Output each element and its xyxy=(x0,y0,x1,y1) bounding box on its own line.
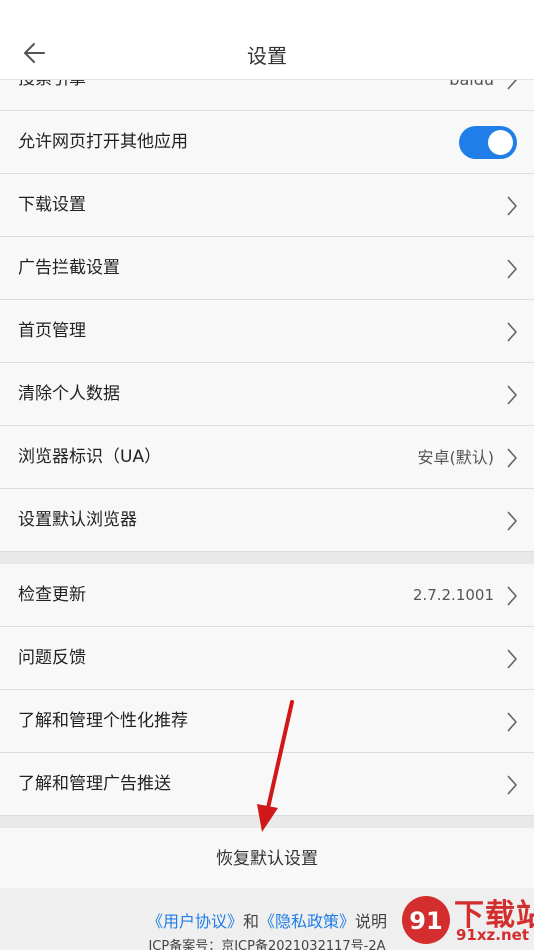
chevron-right-icon xyxy=(507,586,518,606)
watermark: 91 下载站 91xz.net xyxy=(400,890,534,948)
chevron-right-icon xyxy=(507,385,518,405)
page-title: 设置 xyxy=(247,44,287,68)
chevron-right-icon xyxy=(507,775,518,795)
and-text: 和 xyxy=(242,912,259,931)
setting-clear-data[interactable]: 清除个人数据 xyxy=(0,363,534,426)
setting-label: 下载设置 xyxy=(18,195,86,215)
toggle-knob xyxy=(488,130,513,155)
restore-defaults-button[interactable]: 恢复默认设置 xyxy=(0,828,534,891)
watermark-url: 91xz.net xyxy=(456,926,530,944)
section-divider xyxy=(0,552,534,564)
setting-ad-block[interactable]: 广告拦截设置 xyxy=(0,237,534,300)
setting-download[interactable]: 下载设置 xyxy=(0,174,534,237)
user-agreement-link[interactable]: 《用户协议》 xyxy=(147,912,243,931)
chevron-right-icon xyxy=(507,712,518,732)
setting-feedback[interactable]: 问题反馈 xyxy=(0,627,534,690)
setting-label: 了解和管理广告推送 xyxy=(18,774,171,794)
setting-default-browser[interactable]: 设置默认浏览器 xyxy=(0,489,534,552)
privacy-policy-link[interactable]: 《隐私政策》 xyxy=(259,912,355,931)
explain-text: 说明 xyxy=(355,912,388,931)
setting-label: 检查更新 xyxy=(18,585,86,605)
allow-open-apps-toggle[interactable] xyxy=(459,126,517,159)
setting-label: 了解和管理个性化推荐 xyxy=(18,711,188,731)
setting-label: 广告拦截设置 xyxy=(18,258,120,278)
chevron-right-icon xyxy=(507,259,518,279)
section-divider xyxy=(0,816,534,828)
setting-check-update[interactable]: 检查更新 2.7.2.1001 xyxy=(0,564,534,627)
setting-label: 首页管理 xyxy=(18,321,86,341)
watermark-logo-icon: 91 xyxy=(402,896,450,944)
setting-label: 清除个人数据 xyxy=(18,384,120,404)
watermark-logo-text: 91 xyxy=(409,907,442,935)
setting-allow-open-apps[interactable]: 允许网页打开其他应用 xyxy=(0,111,534,174)
restore-defaults-label: 恢复默认设置 xyxy=(216,849,318,869)
chevron-right-icon xyxy=(507,322,518,342)
chevron-right-icon xyxy=(507,511,518,531)
setting-label: 问题反馈 xyxy=(18,648,86,668)
setting-label: 设置默认浏览器 xyxy=(18,510,137,530)
setting-ua[interactable]: 浏览器标识（UA） 安卓(默认) xyxy=(0,426,534,489)
setting-homepage[interactable]: 首页管理 xyxy=(0,300,534,363)
chevron-right-icon xyxy=(507,649,518,669)
chevron-right-icon xyxy=(507,448,518,468)
setting-label: 允许网页打开其他应用 xyxy=(18,132,188,152)
settings-list: 搜索引擎 baidu 允许网页打开其他应用 下载设置 广告拦截设置 首页管理 清… xyxy=(0,0,534,891)
chevron-right-icon xyxy=(507,196,518,216)
version-value: 2.7.2.1001 xyxy=(412,586,494,604)
setting-value: 安卓(默认) xyxy=(417,448,495,467)
setting-personalized[interactable]: 了解和管理个性化推荐 xyxy=(0,690,534,753)
setting-ad-push[interactable]: 了解和管理广告推送 xyxy=(0,753,534,816)
top-bar: 设置 xyxy=(0,0,534,80)
setting-label: 浏览器标识（UA） xyxy=(18,447,162,467)
